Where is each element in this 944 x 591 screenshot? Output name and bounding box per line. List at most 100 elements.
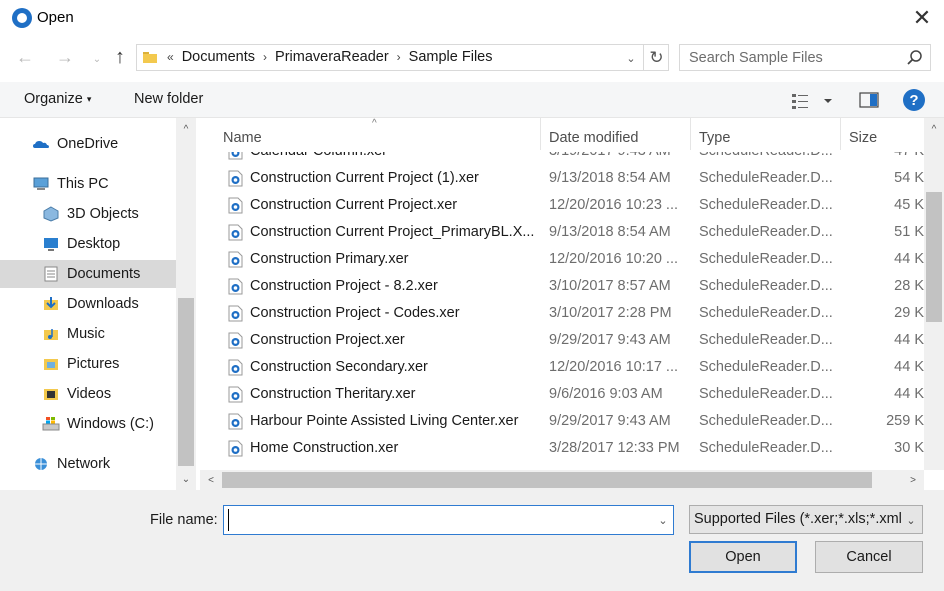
sidebar-item-videos[interactable]: Videos: [42, 380, 111, 408]
sidebar-item-label: Videos: [67, 386, 112, 402]
sidebar-item-windows-c[interactable]: Windows (C:): [42, 410, 154, 438]
file-list-vertical-scrollbar[interactable]: ^: [924, 118, 944, 470]
refresh-icon: ↻: [649, 47, 664, 67]
scroll-up-icon[interactable]: ^: [176, 120, 196, 138]
sidebar-item-label: 3D Objects: [67, 206, 139, 222]
open-button[interactable]: Open: [689, 541, 797, 573]
sidebar-item-label: Pictures: [67, 356, 120, 372]
organize-label: Organize: [24, 91, 83, 107]
file-date-modified: 12/20/2016 10:17 ...: [549, 359, 678, 375]
preview-pane-icon[interactable]: [858, 90, 880, 110]
navigation-pane: OneDrive This PC 3D Objects Desktop Docu…: [0, 118, 196, 490]
desktop-icon: [44, 238, 58, 251]
file-type: ScheduleReader.D...: [699, 386, 833, 402]
chevron-down-icon[interactable]: ⌄: [654, 511, 672, 529]
refresh-button[interactable]: ↻: [643, 45, 669, 70]
scroll-right-icon[interactable]: >: [904, 470, 922, 490]
file-row[interactable]: Construction Theritary.xer 9/6/2016 9:03 …: [200, 381, 924, 408]
xer-file-icon: [228, 251, 243, 268]
file-type: ScheduleReader.D...: [699, 332, 833, 348]
file-size: 51 K: [894, 224, 924, 240]
file-row[interactable]: Construction Project.xer 9/29/2017 9:43 A…: [200, 327, 924, 354]
file-type: ScheduleReader.D...: [699, 251, 833, 267]
navigation-scrollbar[interactable]: ^ ⌄: [176, 118, 196, 490]
file-row[interactable]: Construction Current Project_PrimaryBL.X…: [200, 219, 924, 246]
search-input[interactable]: [680, 45, 900, 70]
cancel-button[interactable]: Cancel: [815, 541, 923, 573]
breadcrumb-separator[interactable]: ›: [395, 50, 403, 64]
xer-file-icon: [228, 386, 243, 403]
column-header-name[interactable]: Name: [215, 118, 541, 150]
scrollbar-thumb[interactable]: [222, 472, 872, 488]
address-dropdown-button[interactable]: ⌄: [621, 48, 641, 68]
this-pc-icon: [33, 177, 49, 190]
title-bar: Open ✕: [0, 0, 944, 36]
address-bar[interactable]: « Documents › PrimaveraReader › Sample F…: [136, 44, 669, 71]
help-icon[interactable]: ?: [903, 89, 925, 111]
sidebar-item-desktop[interactable]: Desktop: [42, 230, 120, 258]
scroll-down-icon[interactable]: ⌄: [176, 470, 196, 488]
search-box[interactable]: [679, 44, 931, 71]
breadcrumb-overflow[interactable]: «: [165, 50, 176, 64]
column-header-size[interactable]: Size: [841, 118, 924, 150]
sidebar-item-3d-objects[interactable]: 3D Objects: [42, 200, 139, 228]
file-row[interactable]: Construction Project - Codes.xer 3/10/201…: [200, 300, 924, 327]
sidebar-item-label: Network: [57, 456, 111, 472]
file-row[interactable]: Construction Current Project.xer 12/20/20…: [200, 192, 924, 219]
organize-button[interactable]: Organize ▾: [24, 91, 91, 107]
file-type-filter-value: Supported Files (*.xer;*.xls;*.xml: [694, 511, 902, 527]
file-name-input[interactable]: [228, 509, 648, 531]
breadcrumb-sample-files[interactable]: Sample Files: [403, 49, 499, 65]
window-title: Open: [37, 9, 74, 26]
file-date-modified: 3/28/2017 12:33 PM: [549, 440, 680, 456]
file-row[interactable]: Home Construction.xer 3/28/2017 12:33 PM S…: [200, 435, 924, 462]
file-size: 44 K: [894, 359, 924, 375]
sidebar-item-pictures[interactable]: Pictures: [42, 350, 119, 378]
file-row[interactable]: Construction Primary.xer 12/20/2016 10:20…: [200, 246, 924, 273]
sidebar-item-network[interactable]: Network: [32, 450, 110, 478]
column-header-date[interactable]: Date modified: [541, 118, 691, 150]
file-type: ScheduleReader.D...: [699, 413, 833, 429]
onedrive-icon: [33, 141, 49, 148]
sidebar-item-music[interactable]: Music: [42, 320, 105, 348]
scrollbar-thumb[interactable]: [178, 298, 194, 466]
up-button[interactable]: ↑: [107, 44, 133, 70]
sidebar-item-downloads[interactable]: Downloads: [42, 290, 139, 318]
file-row[interactable]: Construction Secondary.xer 12/20/2016 10:…: [200, 354, 924, 381]
breadcrumb-separator[interactable]: ›: [261, 50, 269, 64]
sidebar-item-label: OneDrive: [57, 136, 119, 152]
file-row[interactable]: Construction Project - 8.2.xer 3/10/2017 …: [200, 273, 924, 300]
back-button[interactable]: ←: [12, 44, 38, 70]
scroll-left-icon[interactable]: <: [202, 470, 220, 490]
forward-button[interactable]: →: [52, 44, 78, 70]
breadcrumb-documents[interactable]: Documents: [176, 49, 261, 65]
file-row[interactable]: Construction Current Project (1).xer 9/13…: [200, 165, 924, 192]
search-icon[interactable]: [904, 48, 924, 68]
file-row[interactable]: Harbour Pointe Assisted Living Center.xe…: [200, 408, 924, 435]
column-header-type[interactable]: Type: [691, 118, 841, 150]
file-size: 259 K: [886, 413, 924, 429]
file-date-modified: 9/29/2017 9:43 AM: [549, 332, 671, 348]
file-date-modified: 12/20/2016 10:20 ...: [549, 251, 678, 267]
file-name: Construction Current Project (1).xer: [250, 170, 479, 186]
close-button[interactable]: ✕: [900, 0, 944, 36]
documents-icon: [44, 266, 58, 282]
sidebar-item-documents[interactable]: Documents: [0, 260, 176, 288]
xer-file-icon: [228, 197, 243, 214]
xer-file-icon: [228, 278, 243, 295]
scroll-up-icon[interactable]: ^: [924, 120, 944, 138]
file-name-combobox[interactable]: ⌄: [223, 505, 674, 535]
new-folder-button[interactable]: New folder: [134, 91, 203, 107]
file-name: Home Construction.xer: [250, 440, 399, 456]
change-view-icon[interactable]: [791, 91, 835, 111]
arrow-left-icon: ←: [16, 46, 34, 67]
scrollbar-thumb[interactable]: [926, 192, 942, 322]
file-type-filter[interactable]: Supported Files (*.xer;*.xls;*.xml ⌄: [689, 505, 923, 534]
sidebar-item-label: Downloads: [67, 296, 139, 312]
file-size: 44 K: [894, 332, 924, 348]
sidebar-item-onedrive[interactable]: OneDrive: [32, 130, 118, 158]
file-list-horizontal-scrollbar[interactable]: < >: [200, 470, 924, 490]
breadcrumb-primaverareader[interactable]: PrimaveraReader: [269, 49, 395, 65]
sidebar-item-this-pc[interactable]: This PC: [32, 170, 109, 198]
music-icon: [44, 329, 58, 340]
